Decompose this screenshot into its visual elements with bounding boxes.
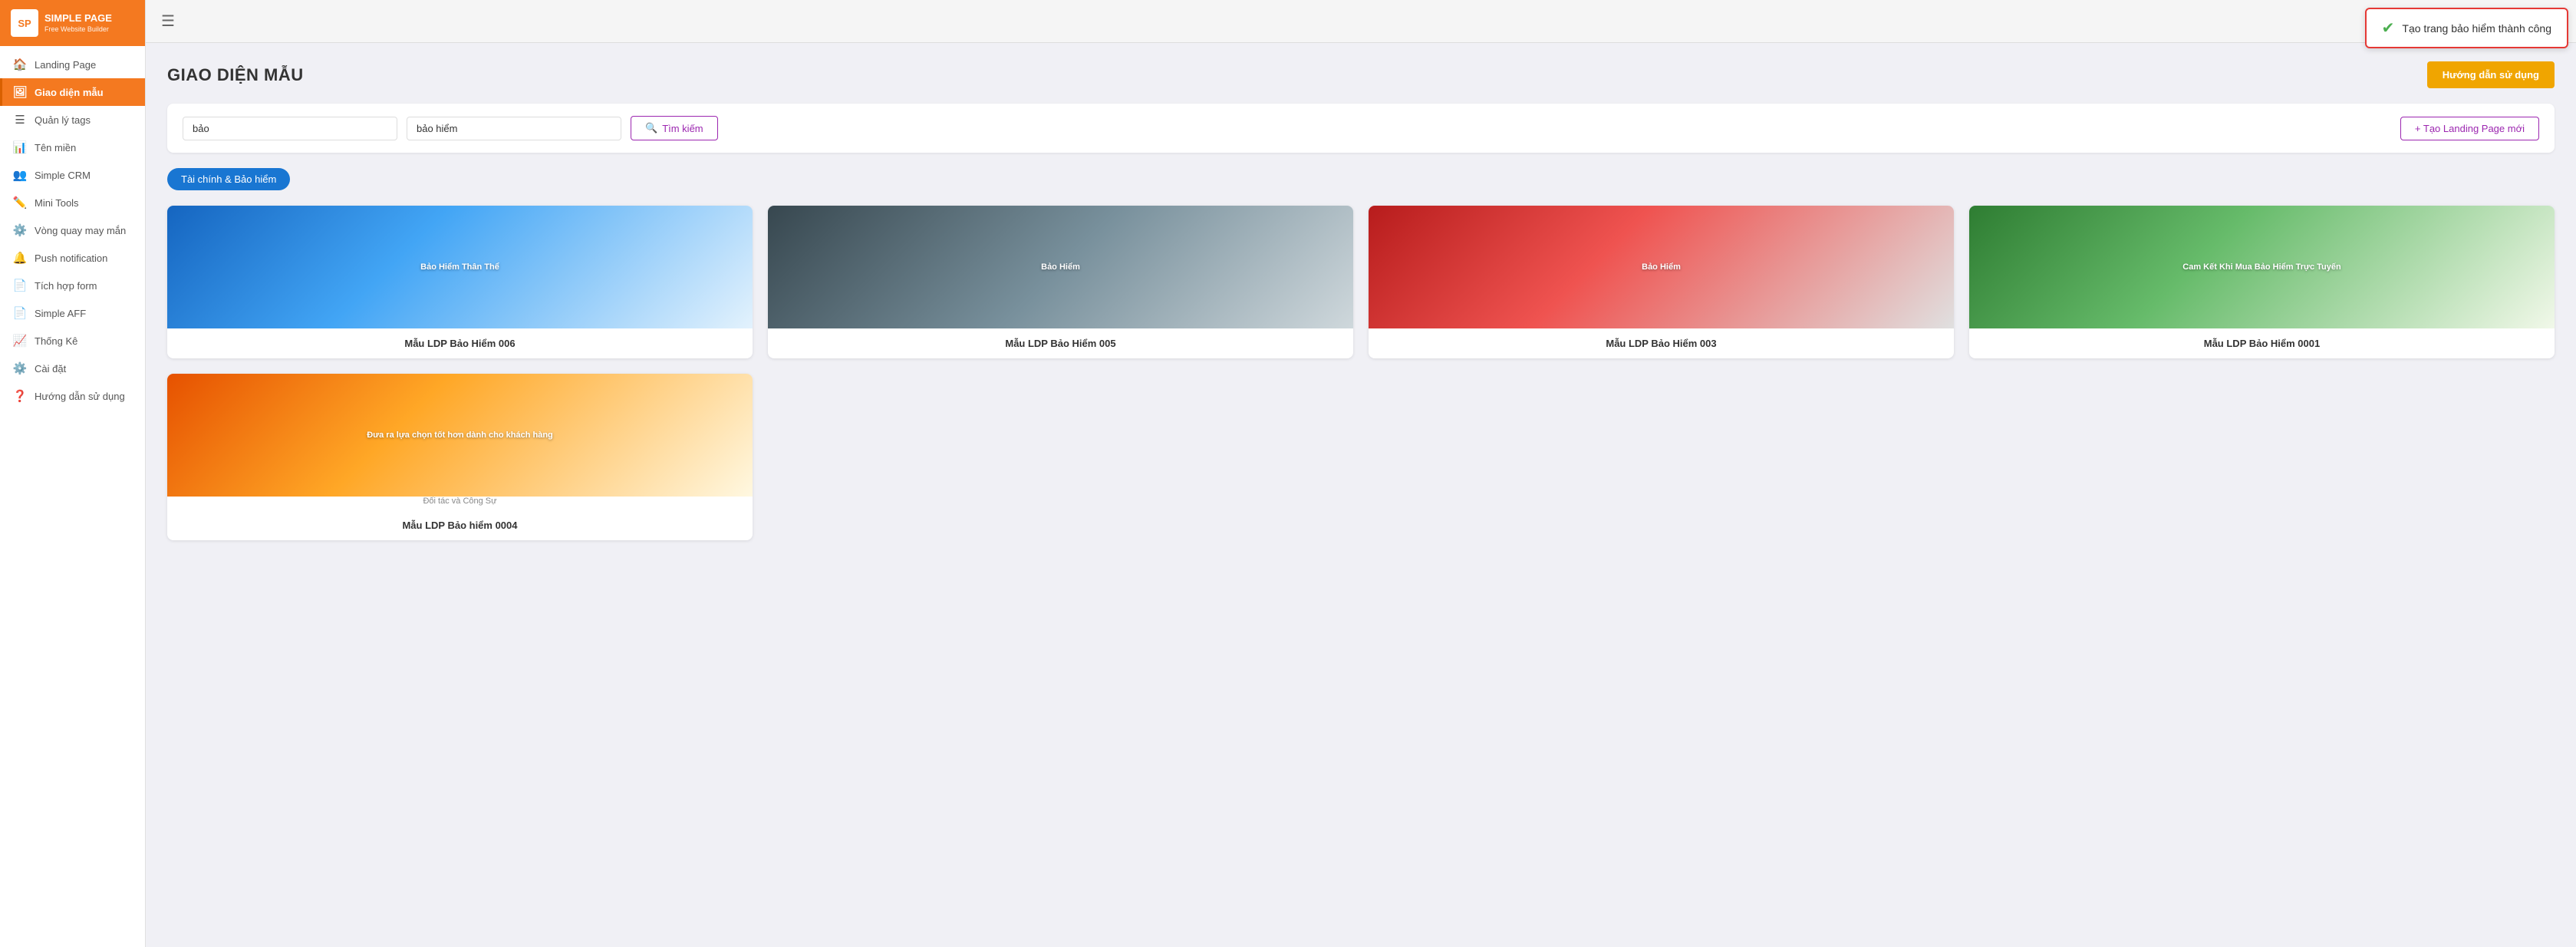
sidebar-item-push-notification[interactable]: 🔔 Push notification <box>0 244 145 272</box>
huong-dan-icon: ❓ <box>13 389 27 403</box>
template-img-mau-0004: Đưa ra lựa chọn tốt hơn dành cho khách h… <box>167 374 753 497</box>
template-card-mau-0004[interactable]: Đưa ra lựa chọn tốt hơn dành cho khách h… <box>167 374 753 540</box>
quan-ly-tags-icon: ☰ <box>13 113 27 127</box>
template-label-mau-005: Mẫu LDP Bảo Hiểm 005 <box>768 328 1353 358</box>
simple-crm-icon: 👥 <box>13 168 27 182</box>
main-area: ☰ NÂNG CẤP GIAO DIỆN MẪU Hướng dẫn sử dụ… <box>146 0 2576 947</box>
brand-name: SIMPLE PAGE <box>44 12 112 25</box>
sidebar-label-simple-crm: Simple CRM <box>35 170 91 181</box>
tich-hop-form-icon: 📄 <box>13 279 27 292</box>
sidebar-label-tich-hop-form: Tích hợp form <box>35 280 97 292</box>
sidebar-label-quan-ly-tags: Quản lý tags <box>35 114 91 126</box>
hamburger-icon[interactable]: ☰ <box>161 12 175 31</box>
template-label-mau-0001: Mẫu LDP Bảo Hiểm 0001 <box>1969 328 2555 358</box>
mini-tools-icon: ✏️ <box>13 196 27 210</box>
sidebar-label-huong-dan: Hướng dẫn sử dụng <box>35 391 125 402</box>
sidebar-label-giao-dien-mau: Giao diện mẫu <box>35 87 104 98</box>
vong-quay-icon: ⚙️ <box>13 223 27 237</box>
template-card-mau-006[interactable]: Bảo Hiểm Thân Thể Mẫu LDP Bảo Hiểm 006 <box>167 206 753 358</box>
template-card-mau-0001[interactable]: Cam Kết Khi Mua Bảo Hiểm Trực Tuyến Mẫu … <box>1969 206 2555 358</box>
sidebar-item-tich-hop-form[interactable]: 📄 Tích hợp form <box>0 272 145 299</box>
sidebar-label-push-notification: Push notification <box>35 252 107 264</box>
template-card-mau-005[interactable]: Bảo Hiểm Mẫu LDP Bảo Hiểm 005 <box>768 206 1353 358</box>
thong-ke-icon: 📈 <box>13 334 27 348</box>
content-area: GIAO DIỆN MẪU Hướng dẫn sử dụng 🔍 Tìm ki… <box>146 43 2576 947</box>
sidebar: SP SIMPLE PAGE Free Website Builder 🏠 La… <box>0 0 146 947</box>
sidebar-label-thong-ke: Thống Kê <box>35 335 77 347</box>
sidebar-item-huong-dan[interactable]: ❓ Hướng dẫn sử dụng <box>0 382 145 410</box>
template-img-mau-003: Bảo Hiểm <box>1369 206 1954 328</box>
toast-check-icon: ✔ <box>2382 18 2395 38</box>
tim-kiem-button[interactable]: 🔍 Tìm kiếm <box>631 116 718 140</box>
sidebar-label-ten-mien: Tên miền <box>35 142 76 153</box>
sidebar-label-cai-dat: Cài đặt <box>35 363 66 375</box>
landing-page-icon: 🏠 <box>13 58 27 71</box>
sidebar-logo: SP SIMPLE PAGE Free Website Builder <box>0 0 145 46</box>
template-img-mau-006: Bảo Hiểm Thân Thể <box>167 206 753 328</box>
search-input-right[interactable] <box>407 117 621 140</box>
tao-landing-button[interactable]: + Tạo Landing Page mới <box>2400 117 2539 140</box>
sidebar-item-mini-tools[interactable]: ✏️ Mini Tools <box>0 189 145 216</box>
sidebar-item-ten-mien[interactable]: 📊 Tên miền <box>0 134 145 161</box>
sidebar-label-simple-aff: Simple AFF <box>35 308 86 319</box>
search-bar: 🔍 Tìm kiếm + Tạo Landing Page mới <box>167 104 2555 153</box>
tmpl-text-mau-0004: Đưa ra lựa chọn tốt hơn dành cho khách h… <box>361 427 559 443</box>
simple-aff-icon: 📄 <box>13 306 27 320</box>
sidebar-label-vong-quay: Vòng quay may mắn <box>35 225 126 236</box>
sidebar-item-thong-ke[interactable]: 📈 Thống Kê <box>0 327 145 355</box>
template-label-mau-003: Mẫu LDP Bảo Hiểm 003 <box>1369 328 1954 358</box>
sidebar-label-mini-tools: Mini Tools <box>35 197 79 209</box>
category-tag[interactable]: Tài chính & Bảo hiểm <box>167 168 290 190</box>
push-notification-icon: 🔔 <box>13 251 27 265</box>
brand-tagline: Free Website Builder <box>44 25 112 35</box>
template-sublabel-mau-0004: Đối tác và Công Sự <box>167 497 753 510</box>
sidebar-item-cai-dat[interactable]: ⚙️ Cài đặt <box>0 355 145 382</box>
tmpl-text-mau-006: Bảo Hiểm Thân Thể <box>414 259 506 275</box>
giao-dien-mau-icon: 🖼 <box>13 85 27 99</box>
content-header: GIAO DIỆN MẪU Hướng dẫn sử dụng <box>167 61 2555 88</box>
sidebar-item-quan-ly-tags[interactable]: ☰ Quản lý tags <box>0 106 145 134</box>
template-label-mau-006: Mẫu LDP Bảo Hiểm 006 <box>167 328 753 358</box>
sidebar-item-simple-crm[interactable]: 👥 Simple CRM <box>0 161 145 189</box>
ten-mien-icon: 📊 <box>13 140 27 154</box>
template-card-mau-003[interactable]: Bảo Hiểm Mẫu LDP Bảo Hiểm 003 <box>1369 206 1954 358</box>
sidebar-item-giao-dien-mau[interactable]: 🖼 Giao diện mẫu <box>0 78 145 106</box>
topbar: ☰ NÂNG CẤP <box>146 0 2576 43</box>
logo-icon: SP <box>11 9 38 37</box>
huong-dan-button[interactable]: Hướng dẫn sử dụng <box>2427 61 2555 88</box>
toast-notification: ✔ Tạo trang bảo hiểm thành công <box>2365 8 2568 48</box>
sidebar-item-vong-quay[interactable]: ⚙️ Vòng quay may mắn <box>0 216 145 244</box>
tim-kiem-label: Tìm kiếm <box>662 123 703 134</box>
cai-dat-icon: ⚙️ <box>13 361 27 375</box>
toast-message: Tạo trang bảo hiểm thành công <box>2402 22 2551 35</box>
template-img-mau-0001: Cam Kết Khi Mua Bảo Hiểm Trực Tuyến <box>1969 206 2555 328</box>
tmpl-text-mau-0001: Cam Kết Khi Mua Bảo Hiểm Trực Tuyến <box>2176 259 2347 275</box>
sidebar-item-simple-aff[interactable]: 📄 Simple AFF <box>0 299 145 327</box>
sidebar-menu: 🏠 Landing Page 🖼 Giao diện mẫu ☰ Quản lý… <box>0 46 145 947</box>
search-input-left[interactable] <box>183 117 397 140</box>
tmpl-text-mau-005: Bảo Hiểm <box>1035 259 1086 275</box>
template-img-mau-005: Bảo Hiểm <box>768 206 1353 328</box>
page-title: GIAO DIỆN MẪU <box>167 65 304 85</box>
templates-grid: Bảo Hiểm Thân Thể Mẫu LDP Bảo Hiểm 006 B… <box>167 206 2555 358</box>
tmpl-text-mau-003: Bảo Hiểm <box>1636 259 1687 275</box>
templates-row2: Đưa ra lựa chọn tốt hơn dành cho khách h… <box>167 374 2555 540</box>
sidebar-label-landing-page: Landing Page <box>35 59 96 71</box>
search-icon: 🔍 <box>645 122 657 134</box>
template-label-mau-0004: Mẫu LDP Bảo hiểm 0004 <box>167 510 753 540</box>
sidebar-item-landing-page[interactable]: 🏠 Landing Page <box>0 51 145 78</box>
